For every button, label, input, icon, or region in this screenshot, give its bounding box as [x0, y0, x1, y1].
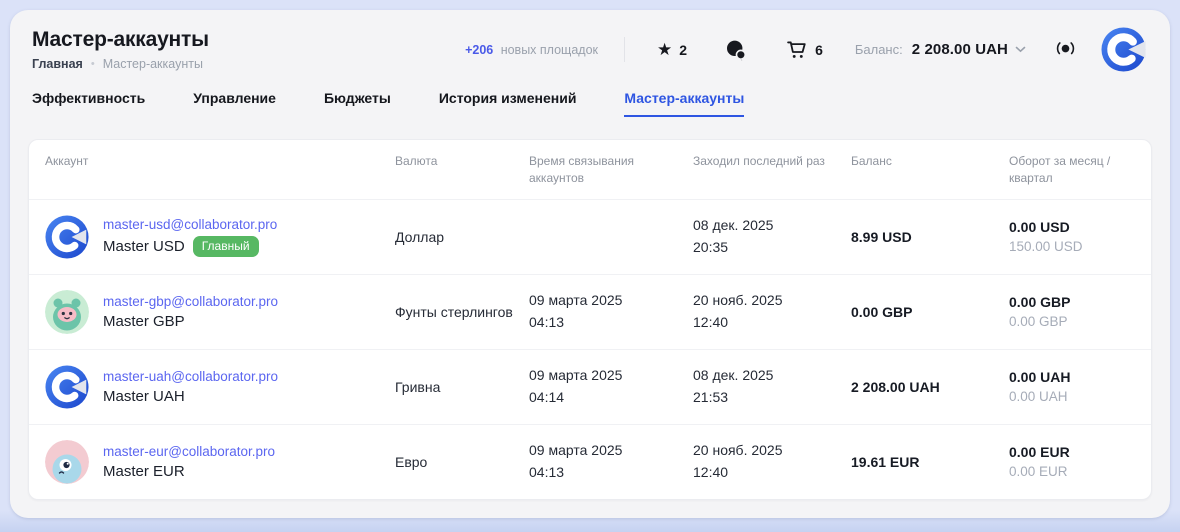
last-login-cell: 20 нояб. 2025 12:40 [693, 290, 851, 333]
currency-cell: Евро [395, 454, 529, 470]
breadcrumb: Главная • Мастер-аккаунты [32, 57, 465, 71]
balance-label: Баланс: [855, 42, 903, 57]
collaborator-logo-avatar-icon [45, 365, 89, 409]
account-menu-button[interactable] [1101, 26, 1148, 73]
last-login-cell: 08 дек. 2025 21:53 [693, 365, 851, 408]
breadcrumb-home-link[interactable]: Главная [32, 57, 83, 71]
cart-button[interactable]: 6 [785, 38, 823, 61]
top-bar: Мастер-аккаунты Главная • Мастер-аккаунт… [10, 10, 1170, 73]
tab-management[interactable]: Управление [193, 90, 276, 117]
last-login-cell: 20 нояб. 2025 12:40 [693, 440, 851, 483]
avatar [45, 440, 89, 484]
column-header-turnover: Оборот за месяц / квартал [1009, 153, 1135, 188]
turnover-cell: 0.00 USD 150.00 USD [1009, 219, 1135, 254]
turnover-month: 0.00 GBP [1009, 294, 1135, 310]
focus-icon [1054, 38, 1077, 61]
link-time-cell: 09 марта 2025 04:13 [529, 290, 693, 333]
account-name: Master UAH [103, 388, 185, 405]
breadcrumb-current: Мастер-аккаунты [103, 57, 203, 71]
messages-button[interactable] [725, 39, 747, 61]
turnover-month: 0.00 EUR [1009, 444, 1135, 460]
breadcrumb-separator: • [91, 58, 95, 70]
turnover-month: 0.00 USD [1009, 219, 1135, 235]
focus-mode-button[interactable] [1054, 38, 1077, 61]
account-cell: master-eur@collaborator.pro Master EUR [45, 440, 395, 484]
tab-budgets[interactable]: Бюджеты [324, 90, 391, 117]
cart-count: 6 [815, 42, 823, 58]
table-row[interactable]: master-uah@collaborator.pro Master UAH Г… [29, 349, 1151, 424]
new-platforms-count: +206 [465, 43, 493, 57]
account-name: Master USD [103, 238, 185, 255]
link-time-cell: 09 марта 2025 04:13 [529, 440, 693, 483]
table-row[interactable]: master-gbp@collaborator.pro Master GBP Ф… [29, 274, 1151, 349]
column-header-account: Аккаунт [45, 153, 395, 188]
account-cell: master-gbp@collaborator.pro Master GBP [45, 290, 395, 334]
last-login-cell: 08 дек. 2025 20:35 [693, 215, 851, 258]
header-divider [624, 37, 625, 62]
main-account-badge: Главный [193, 236, 259, 257]
account-email-link[interactable]: master-gbp@collaborator.pro [103, 294, 278, 309]
currency-cell: Гривна [395, 379, 529, 395]
top-bar-actions: +206 новых площадок ★ 2 [465, 26, 1148, 73]
green-monster-avatar-icon [45, 290, 89, 334]
column-header-last-login: Заходил последний раз [693, 153, 851, 188]
favorites-count: 2 [679, 42, 687, 58]
title-block: Мастер-аккаунты Главная • Мастер-аккаунт… [32, 28, 465, 71]
new-platforms-link[interactable]: +206 новых площадок [465, 43, 598, 57]
star-icon: ★ [657, 41, 672, 58]
tab-master-accounts[interactable]: Мастер-аккаунты [624, 90, 744, 117]
new-platforms-label: новых площадок [501, 43, 598, 57]
avatar [45, 215, 89, 259]
turnover-cell: 0.00 EUR 0.00 EUR [1009, 444, 1135, 479]
avatar [45, 290, 89, 334]
tab-bar: Эффективность Управление Бюджеты История… [10, 90, 1170, 117]
balance-cell: 19.61 EUR [851, 454, 1009, 470]
account-email-link[interactable]: master-uah@collaborator.pro [103, 369, 278, 384]
tab-change-history[interactable]: История изменений [439, 90, 577, 117]
account-email-link[interactable]: master-usd@collaborator.pro [103, 217, 277, 232]
account-name: Master EUR [103, 463, 185, 480]
collaborator-logo-icon [1101, 26, 1148, 73]
turnover-quarter: 0.00 GBP [1009, 314, 1135, 329]
column-header-balance: Баланс [851, 153, 1009, 188]
page-title: Мастер-аккаунты [32, 28, 465, 52]
table-header-row: Аккаунт Валюта Время связывания аккаунто… [29, 140, 1151, 199]
turnover-quarter: 150.00 USD [1009, 239, 1135, 254]
account-email-link[interactable]: master-eur@collaborator.pro [103, 444, 275, 459]
account-cell: master-uah@collaborator.pro Master UAH [45, 365, 395, 409]
app-window: Мастер-аккаунты Главная • Мастер-аккаунт… [10, 10, 1170, 518]
currency-cell: Фунты стерлингов [395, 304, 529, 320]
avatar [45, 365, 89, 409]
column-header-currency: Валюта [395, 153, 529, 188]
table-row[interactable]: master-eur@collaborator.pro Master EUR Е… [29, 424, 1151, 499]
balance-cell: 2 208.00 UAH [851, 379, 1009, 395]
table-row[interactable]: master-usd@collaborator.pro Master USD Г… [29, 199, 1151, 274]
turnover-cell: 0.00 GBP 0.00 GBP [1009, 294, 1135, 329]
chevron-down-icon [1015, 46, 1026, 53]
favorites-button[interactable]: ★ 2 [657, 41, 687, 58]
turnover-quarter: 0.00 EUR [1009, 464, 1135, 479]
cart-icon [785, 38, 808, 61]
turnover-cell: 0.00 UAH 0.00 UAH [1009, 369, 1135, 404]
turnover-quarter: 0.00 UAH [1009, 389, 1135, 404]
account-name: Master GBP [103, 313, 185, 330]
pink-monster-avatar-icon [45, 440, 89, 484]
link-time-cell: 09 марта 2025 04:14 [529, 365, 693, 408]
chat-icon [725, 39, 747, 61]
accounts-table: Аккаунт Валюта Время связывания аккаунто… [28, 139, 1152, 500]
turnover-month: 0.00 UAH [1009, 369, 1135, 385]
balance-dropdown[interactable]: Баланс: 2 208.00 UAH [855, 41, 1026, 58]
balance-value: 2 208.00 UAH [912, 41, 1008, 58]
balance-cell: 8.99 USD [851, 229, 1009, 245]
collaborator-logo-avatar-icon [45, 215, 89, 259]
account-cell: master-usd@collaborator.pro Master USD Г… [45, 215, 395, 259]
column-header-link-time: Время связывания аккаунтов [529, 153, 693, 188]
currency-cell: Доллар [395, 229, 529, 245]
balance-cell: 0.00 GBP [851, 304, 1009, 320]
tab-effectiveness[interactable]: Эффективность [32, 90, 145, 117]
